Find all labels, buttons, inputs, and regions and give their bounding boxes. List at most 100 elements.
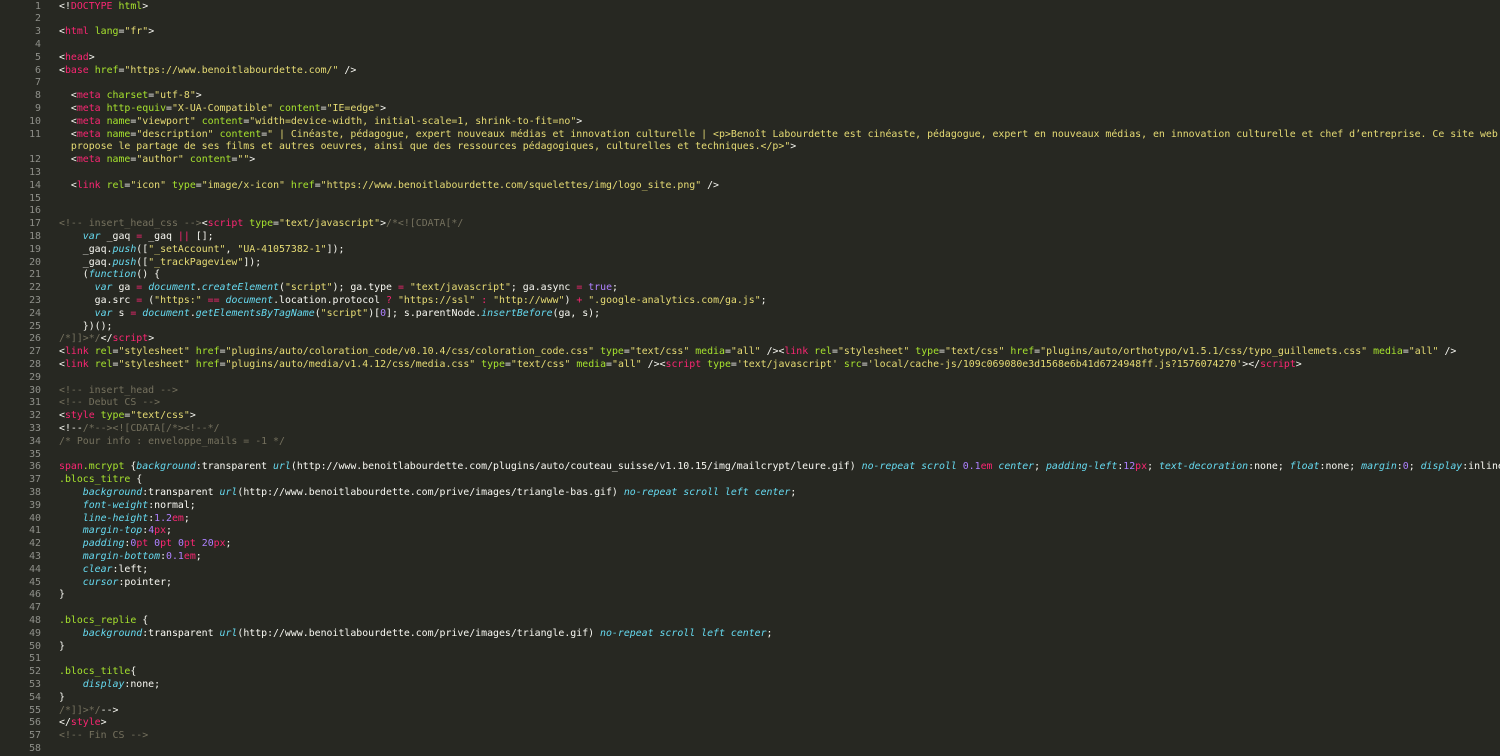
code-token: center	[730, 627, 767, 639]
code-line[interactable]: 57 <!-- Fin CS -->	[0, 730, 1500, 743]
code-line[interactable]: 20 _gaq.push(["_trackPageview"]);	[0, 257, 1500, 270]
line-number: 57	[29, 730, 41, 742]
code-line[interactable]: 11 <meta name="description" content=" | …	[0, 129, 1500, 142]
code-line[interactable]: 56 </style>	[0, 717, 1500, 730]
line-code: })();	[59, 321, 113, 334]
line-code: var s = document.getElementsByTagName("s…	[59, 308, 600, 321]
code-token: html	[64, 26, 89, 38]
code-token: display	[1420, 461, 1463, 473]
code-line[interactable]: 49 background:transparent url(http://www…	[0, 628, 1500, 641]
code-token: content	[279, 102, 321, 114]
code-line[interactable]: 46}	[0, 589, 1500, 602]
code-line[interactable]: 23 ga.src = ("https:" == document.locati…	[0, 295, 1500, 308]
code-line[interactable]: 32 <style type="text/css">	[0, 410, 1500, 423]
code-token: content	[189, 154, 232, 166]
code-line[interactable]: 7	[0, 77, 1500, 90]
line-number: 1	[35, 0, 41, 12]
code-token: name	[106, 115, 131, 127]
code-line[interactable]: 29	[0, 372, 1500, 385]
code-token: no-repeat	[861, 461, 916, 473]
line-code: line-height:1.2em;	[59, 513, 190, 526]
code-line[interactable]: 19 _gaq.push(["_setAccount", "UA-4105738…	[0, 244, 1500, 257]
code-line[interactable]: 55 /*]]>*/-->	[0, 705, 1500, 718]
code-token: :inline;}	[1462, 461, 1500, 473]
code-token: padding	[82, 538, 125, 550]
code-line[interactable]: 39 font-weight:normal;	[0, 500, 1500, 513]
code-line[interactable]: 9 <meta http-equiv="X-UA-Compatible" con…	[0, 103, 1500, 116]
code-line[interactable]: 53 display:none;	[0, 679, 1500, 692]
code-line[interactable]: 58	[0, 743, 1500, 756]
code-line[interactable]: 26 /*]]>*/</script>	[0, 333, 1500, 346]
code-line[interactable]: 47	[0, 602, 1500, 615]
code-token: >	[88, 51, 95, 63]
code-token: >	[380, 102, 387, 114]
code-line[interactable]: 51	[0, 653, 1500, 666]
code-token: em	[171, 512, 184, 524]
code-token: 0.1	[166, 550, 184, 562]
code-token: <	[59, 154, 77, 166]
code-line[interactable]: 54}	[0, 692, 1500, 705]
code-line[interactable]: 4	[0, 39, 1500, 52]
code-token: "X-UA-Compatible"	[171, 102, 274, 114]
code-line[interactable]: 27 <link rel="stylesheet" href="plugins/a…	[0, 346, 1500, 359]
code-line[interactable]: 8 <meta charset="utf-8">	[0, 90, 1500, 103]
code-line[interactable]: 24 var s = document.getElementsByTagName…	[0, 308, 1500, 321]
code-line[interactable]: 43 margin-bottom:0.1em;	[0, 551, 1500, 564]
code-line[interactable]: 18 var _gaq = _gaq || [];	[0, 231, 1500, 244]
code-line[interactable]: 28 <link rel="stylesheet" href="plugins/a…	[0, 359, 1500, 372]
code-line[interactable]: 36 span.mcrypt {background:transparent ur…	[0, 461, 1500, 474]
code-line[interactable]: 35	[0, 449, 1500, 462]
code-line[interactable]: 10 <meta name="viewport" content="width=…	[0, 116, 1500, 129]
code-token: "text/css"	[944, 346, 1005, 358]
code-token: em	[183, 550, 196, 562]
code-line[interactable]: 38 background:transparent url(http://www…	[0, 487, 1500, 500]
code-line[interactable]: 52 .blocs_title{	[0, 666, 1500, 679]
code-line[interactable]: 45 cursor:pointer;	[0, 577, 1500, 590]
code-line[interactable]: 33 <!--/*--><![CDATA[/*><!--*/	[0, 423, 1500, 436]
code-line[interactable]: 25 })();	[0, 321, 1500, 334]
code-token: .mcrypt	[82, 461, 125, 473]
code-token: "image/x-icon"	[201, 179, 285, 191]
code-line[interactable]: 3 <html lang="fr">	[0, 26, 1500, 39]
code-token: 12	[1123, 461, 1136, 473]
code-line[interactable]: 40 line-height:1.2em;	[0, 513, 1500, 526]
code-line[interactable]: 48 .blocs_replie {	[0, 615, 1500, 628]
code-token: .blocs_titre	[59, 474, 131, 486]
code-line[interactable]: 12 <meta name="author" content="">	[0, 154, 1500, 167]
code-line[interactable]: 17 <!-- insert_head_css --><script type="…	[0, 218, 1500, 231]
code-line[interactable]: 31 <!-- Debut CS -->	[0, 397, 1500, 410]
line-number: 58	[29, 742, 41, 754]
code-line[interactable]: 16	[0, 205, 1500, 218]
code-token: 1.2	[154, 512, 172, 524]
code-token: <	[59, 115, 77, 127]
code-line[interactable]: 42 padding:0pt 0pt 0pt 20px;	[0, 538, 1500, 551]
line-number: 24	[29, 307, 41, 319]
code-line[interactable]: 37 .blocs_titre {	[0, 474, 1500, 487]
code-token: ]);	[243, 256, 262, 268]
code-line[interactable]: 30 <!-- insert_head -->	[0, 385, 1500, 398]
code-token: center	[998, 461, 1035, 473]
code-token: ""	[237, 154, 250, 166]
code-line[interactable]: 6 <base href="https://www.benoitlabourdet…	[0, 65, 1500, 78]
code-token: ;	[766, 627, 773, 639]
code-line[interactable]: 13	[0, 167, 1500, 180]
code-token: "UA-41057382-1"	[237, 243, 327, 255]
line-code: propose le partage de ses films et autre…	[59, 141, 796, 154]
code-line[interactable]: 41 margin-top:4px;	[0, 525, 1500, 538]
code-editor[interactable]: 1 <!DOCTYPE html> 2 3 <html lang="fr"> 4 5 <hea…	[0, 0, 1500, 754]
code-line[interactable]: 21 (function() {	[0, 269, 1500, 282]
code-token: >	[100, 717, 107, 729]
code-line[interactable]: 22 var ga = document.createElement("scri…	[0, 282, 1500, 295]
code-token: </	[59, 717, 71, 729]
code-line[interactable]: 1 <!DOCTYPE html>	[0, 1, 1500, 14]
code-line[interactable]: 50}	[0, 641, 1500, 654]
code-line[interactable]: 14 <link rel="icon" type="image/x-icon" …	[0, 180, 1500, 193]
code-token: >	[576, 115, 583, 127]
code-line[interactable]: 5 <head>	[0, 52, 1500, 65]
code-line[interactable]: 2	[0, 13, 1500, 26]
code-token: :normal;	[148, 499, 196, 511]
code-line[interactable]: 44 clear:left;	[0, 564, 1500, 577]
code-line[interactable]: propose le partage de ses films et autre…	[0, 141, 1500, 154]
code-line[interactable]: 34 /* Pour info : enveloppe_mails = -1 */	[0, 436, 1500, 449]
code-line[interactable]: 15	[0, 193, 1500, 206]
